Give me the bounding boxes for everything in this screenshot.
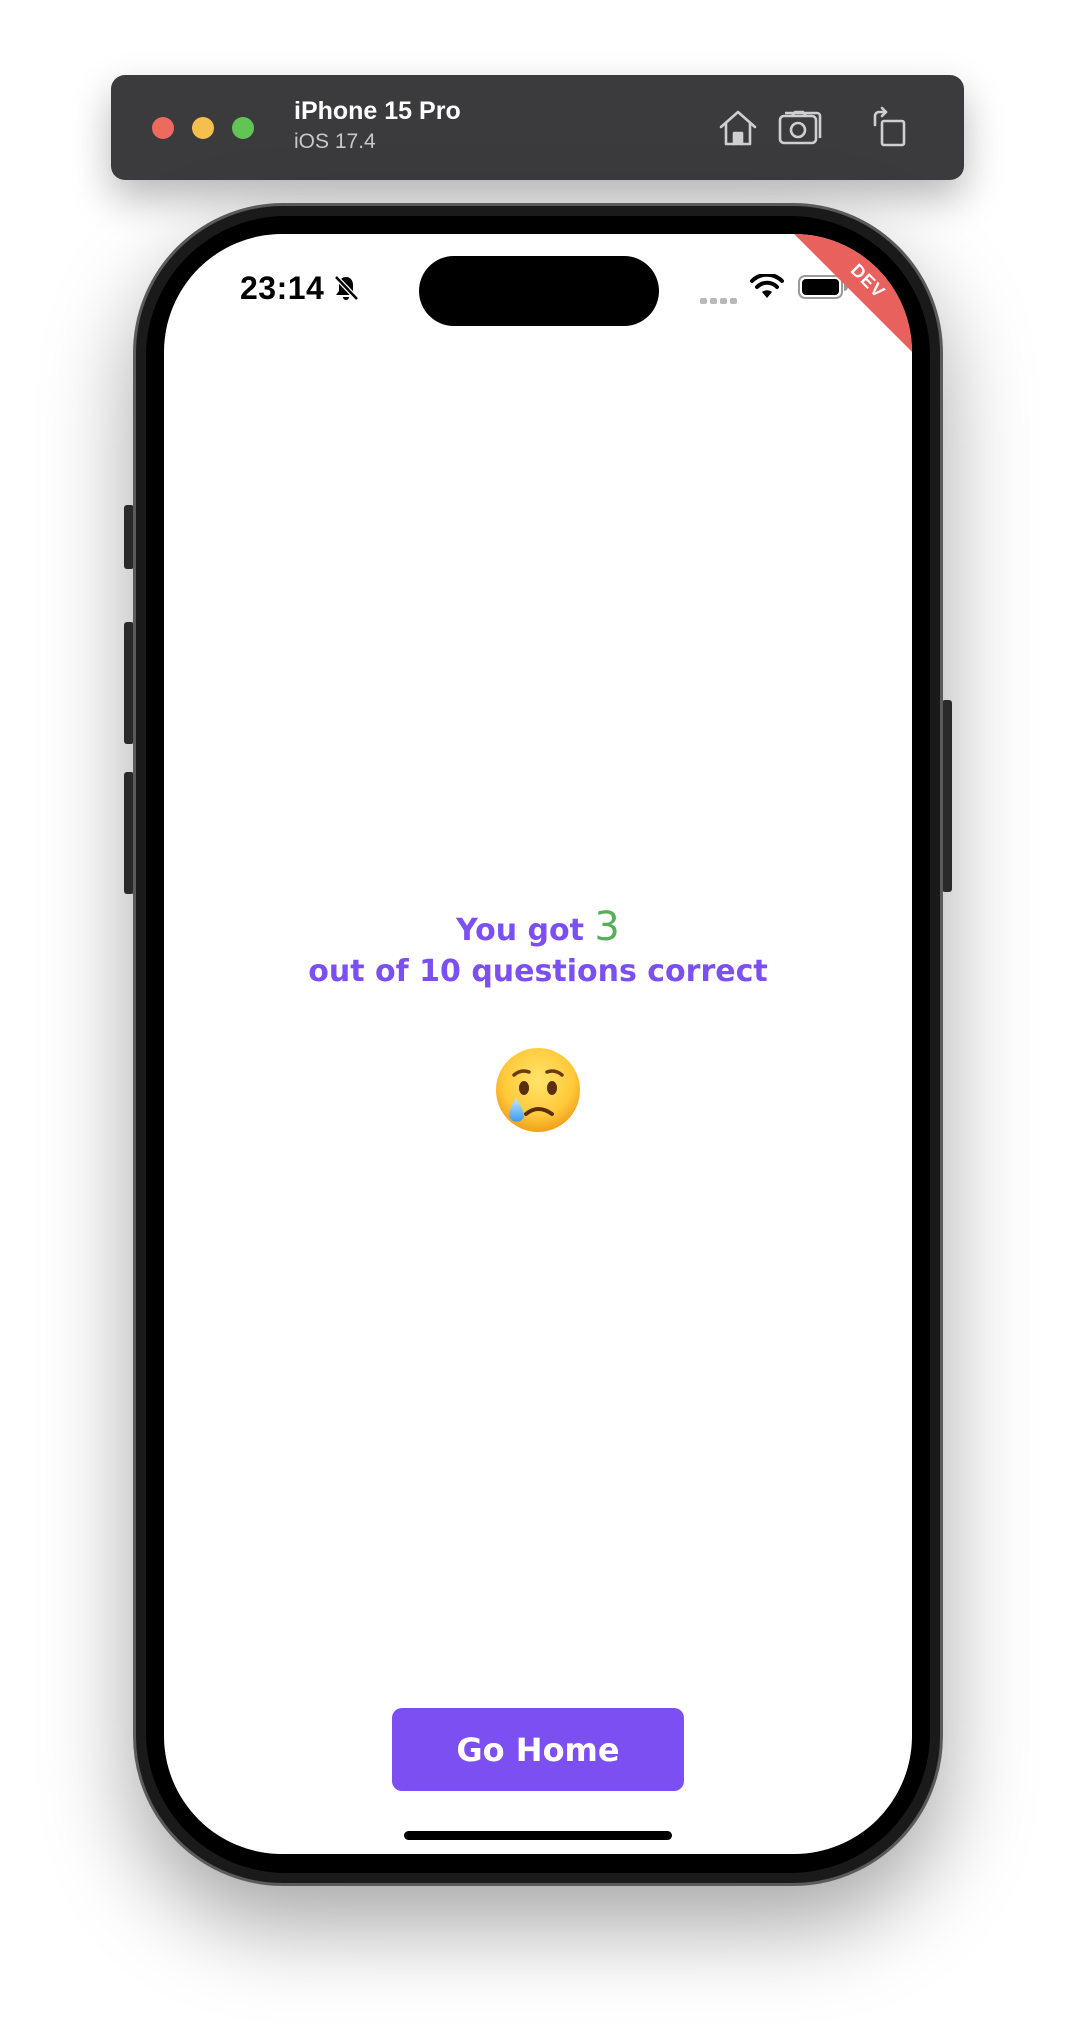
home-icon[interactable] <box>715 105 761 151</box>
result-headline: You got 3 <box>164 904 912 950</box>
crying-face-icon <box>494 1046 582 1134</box>
power-button <box>942 700 952 892</box>
rotate-icon[interactable] <box>869 105 915 151</box>
close-window-button[interactable] <box>152 117 174 139</box>
result-subline: out of 10 questions correct <box>308 954 768 989</box>
wifi-icon <box>750 272 784 300</box>
status-time: 23:14 <box>240 270 325 306</box>
phone-screen: 23:14 DEV You got 3 out of 10 questions … <box>164 234 912 1854</box>
go-home-button[interactable]: Go Home <box>392 1708 684 1791</box>
device-name: iPhone 15 Pro <box>294 97 461 125</box>
minimize-window-button[interactable] <box>192 117 214 139</box>
simulator-window: iPhone 15 Pro iOS 17.4 23:14 DEV You got… <box>0 0 1076 2040</box>
home-indicator[interactable] <box>404 1831 672 1840</box>
score-value: 3 <box>594 904 620 950</box>
simulator-toolbar: iPhone 15 Pro iOS 17.4 <box>111 75 964 180</box>
result-prefix: You got <box>456 913 584 948</box>
dynamic-island <box>419 256 659 326</box>
signal-icon <box>700 292 740 304</box>
device-os-version: iOS 17.4 <box>294 130 376 153</box>
zoom-window-button[interactable] <box>232 117 254 139</box>
screenshot-icon[interactable] <box>777 105 823 151</box>
bell-slash-icon <box>332 274 360 302</box>
